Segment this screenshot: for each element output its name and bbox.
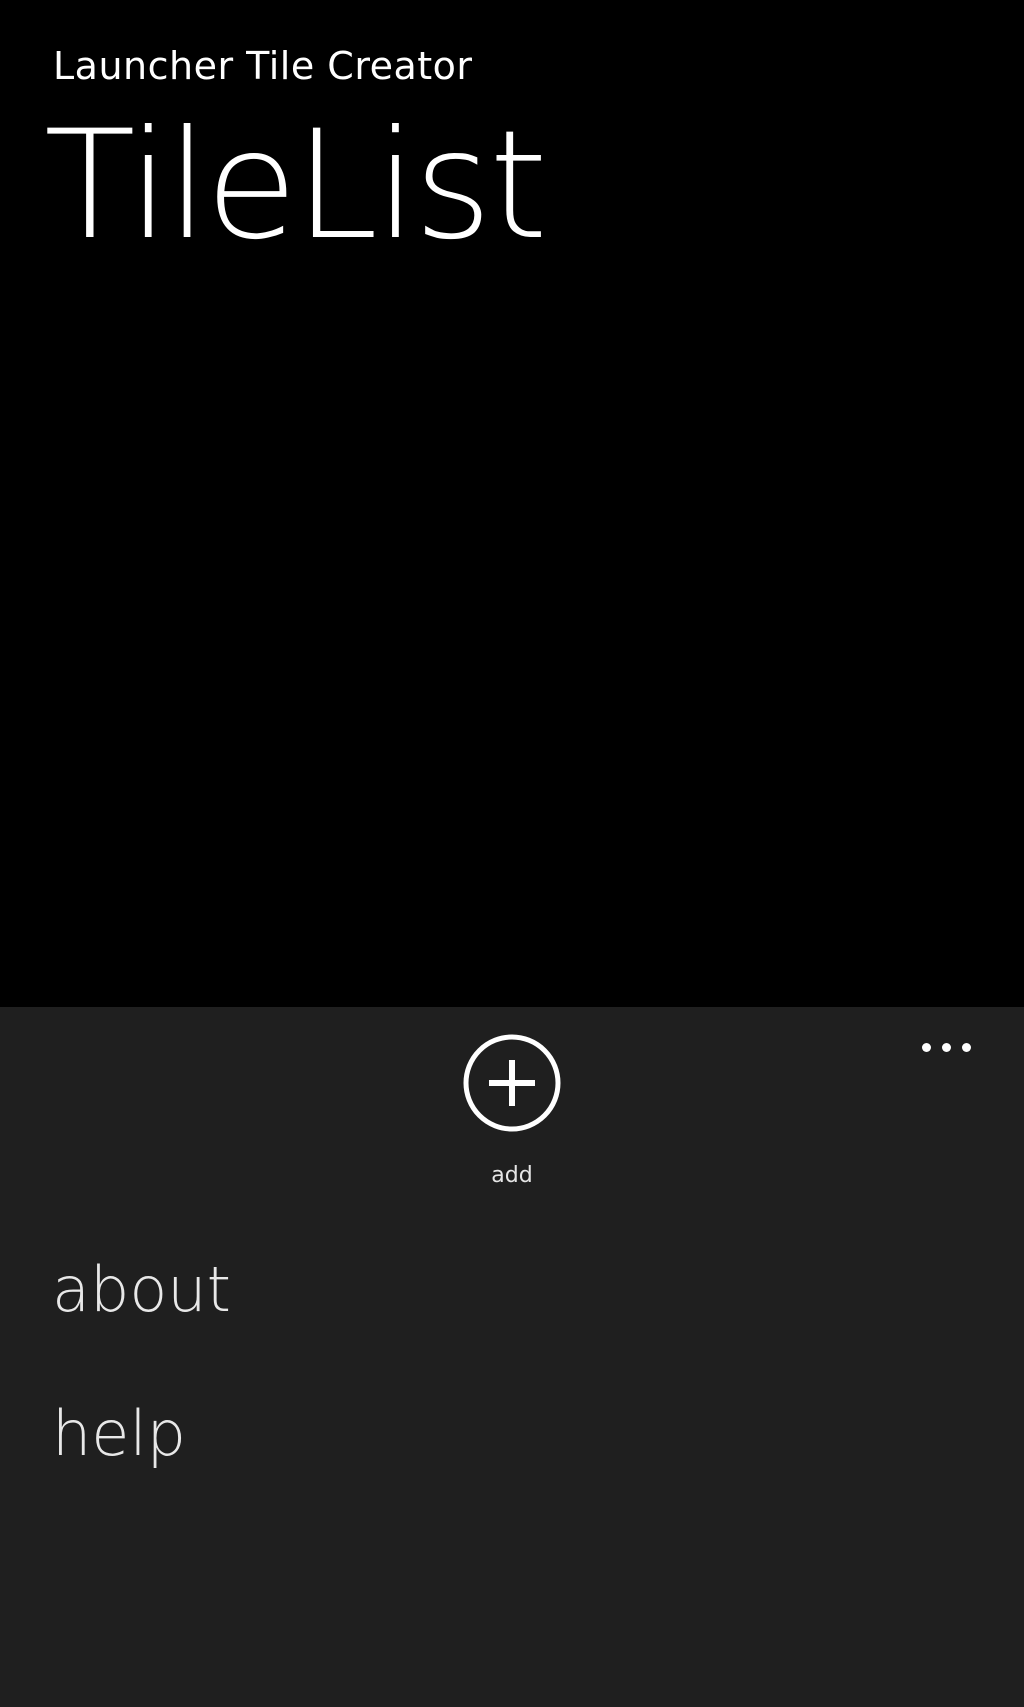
application-bar: add about help (0, 1007, 1024, 1707)
ellipsis-dot (922, 1043, 931, 1052)
add-button[interactable]: add (462, 1033, 562, 1193)
tilelist-page: Launcher Tile Creator TileList add about… (0, 0, 1024, 1707)
add-button-label: add (491, 1163, 533, 1188)
ellipsis-dot (962, 1043, 971, 1052)
add-circle-icon (463, 1034, 561, 1132)
menu-item-help[interactable]: help (52, 1397, 186, 1470)
menu-item-about[interactable]: about (52, 1253, 231, 1326)
ellipsis-dot (942, 1043, 951, 1052)
app-title: Launcher Tile Creator (53, 44, 473, 88)
more-options-button[interactable] (914, 1027, 980, 1067)
page-title: TileList (44, 99, 548, 273)
